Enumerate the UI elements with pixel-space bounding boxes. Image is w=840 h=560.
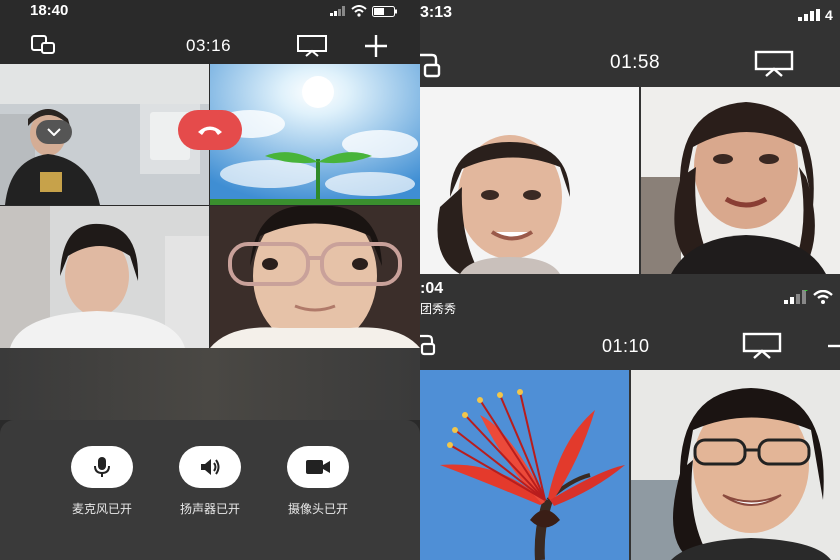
status-bar-icons (784, 290, 833, 304)
participant-video (631, 370, 840, 560)
status-bar-time: 3:13 (420, 4, 453, 21)
signal-icon (798, 9, 820, 21)
participant-video (210, 206, 420, 348)
video-background-blur (0, 348, 420, 420)
speaker-toggle[interactable]: 扬声器已开 (160, 446, 260, 517)
chevron-down-icon (47, 128, 61, 136)
speaker-icon (201, 459, 220, 475)
status-bar-icons: 4 (798, 7, 833, 23)
call-timer: 01:10 (602, 336, 650, 356)
video-tile-participant-4[interactable] (210, 206, 420, 348)
participant-video (0, 206, 209, 348)
call-timer: 01:58 (610, 52, 661, 73)
screen-share-button[interactable] (754, 50, 796, 78)
status-bar-icons (330, 5, 398, 17)
add-participant-button[interactable] (824, 334, 840, 358)
mic-button[interactable] (71, 446, 133, 488)
phone-hangup-icon (198, 126, 222, 135)
speaker-label: 扬声器已开 (179, 502, 240, 516)
camera-label: 摄像头已开 (287, 502, 348, 516)
battery-icon (372, 5, 397, 17)
call-screen-top-right: 3:13 4 01:58 (420, 0, 840, 278)
participant-video (420, 370, 629, 560)
add-participant-icon (365, 35, 387, 57)
video-tile-participant-2[interactable] (210, 64, 420, 205)
window-minimize-icon (420, 334, 436, 356)
participant-video (210, 64, 420, 205)
mic-label: 麦克风已开 (71, 502, 132, 516)
microphone-icon (94, 457, 110, 477)
caller-name: 团秀秀 (420, 302, 457, 316)
minimize-button[interactable] (30, 34, 58, 56)
status-bar-time: 18:40 (30, 2, 69, 19)
screen-share-button[interactable] (742, 332, 784, 360)
video-tile-participant-2[interactable] (631, 370, 840, 560)
camera-toggle[interactable]: 摄像头已开 (268, 446, 368, 517)
status-bar-extra: 4 (825, 7, 833, 23)
participant-video (420, 87, 639, 274)
video-tile-participant-1[interactable] (420, 370, 629, 560)
video-camera-icon (306, 460, 330, 474)
screen-share-icon (742, 332, 782, 359)
speaker-button[interactable] (179, 446, 241, 488)
collapse-button[interactable] (36, 120, 72, 144)
screen-share-icon (297, 35, 327, 57)
wifi-icon (351, 5, 367, 17)
wifi-icon (813, 290, 833, 304)
hangup-button[interactable] (178, 110, 242, 150)
call-screen-bottom-right: :04 团秀秀 01:10 (420, 278, 840, 560)
minimize-button[interactable] (420, 52, 442, 78)
video-tile-participant-3[interactable] (0, 206, 209, 348)
participant-video (641, 87, 840, 274)
call-timer: 03:16 (186, 36, 232, 55)
window-minimize-icon (420, 53, 441, 78)
video-tile-participant-2[interactable] (641, 87, 840, 274)
mic-toggle[interactable]: 麦克风已开 (52, 446, 152, 517)
call-screen-left: 18:40 03:16 麦克风已开 扬声器已开 摄像头已开 (0, 0, 420, 560)
add-participant-button[interactable] (362, 32, 390, 60)
signal-icon (330, 6, 345, 16)
add-participant-icon (828, 344, 840, 348)
video-tile-participant-1[interactable] (420, 87, 639, 274)
signal-icon (784, 290, 808, 304)
status-bar-time: :04 (420, 280, 444, 297)
screen-share-icon (754, 50, 794, 77)
call-control-sheet: 麦克风已开 扬声器已开 摄像头已开 (0, 420, 420, 560)
screen-share-button[interactable] (296, 34, 330, 58)
window-minimize-icon (31, 35, 55, 54)
camera-button[interactable] (287, 446, 349, 488)
minimize-button[interactable] (420, 334, 436, 356)
